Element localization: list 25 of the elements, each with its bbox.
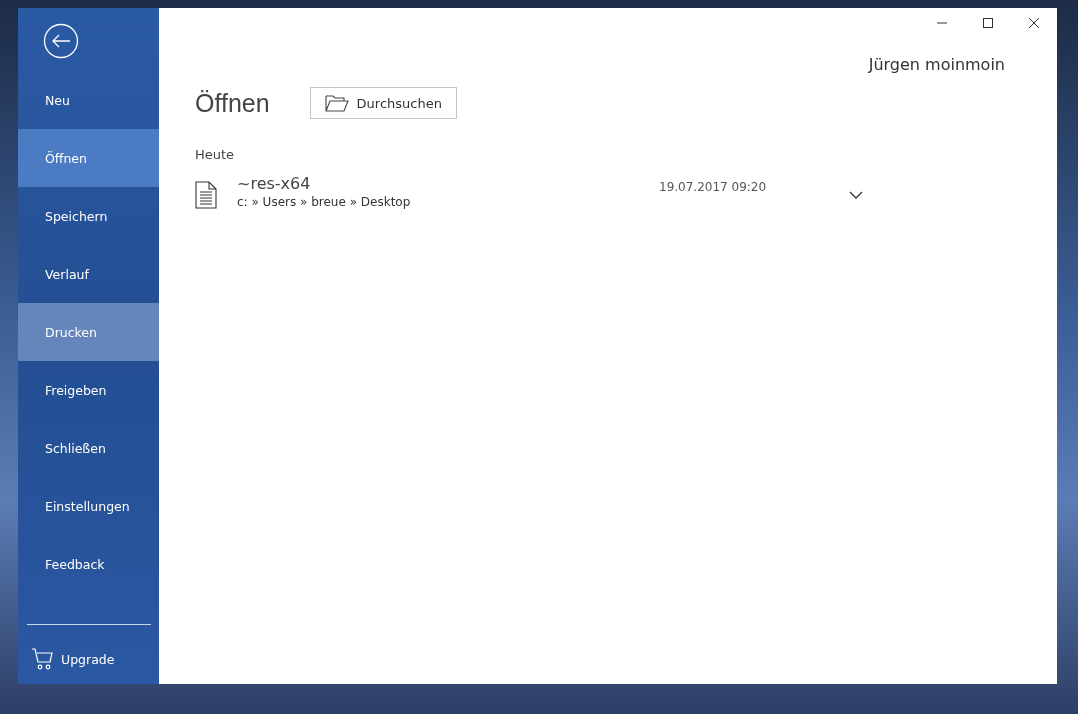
sidebar-item[interactable]: Freigeben [18, 361, 159, 419]
sidebar-item[interactable]: Speichern [18, 187, 159, 245]
sidebar-item[interactable]: Drucken [18, 303, 159, 361]
page-title: Öffnen [195, 88, 270, 118]
sidebar-item[interactable]: Öffnen [18, 129, 159, 187]
group-heading: Heute [195, 147, 236, 162]
close-icon [1028, 17, 1040, 29]
user-name[interactable]: Jürgen moinmoin [868, 55, 1005, 74]
file-path: c: » Users » breue » Desktop [237, 195, 412, 209]
sidebar-item[interactable]: Schließen [18, 419, 159, 477]
back-button[interactable] [43, 23, 79, 59]
upgrade-button[interactable]: Upgrade [31, 645, 159, 673]
browse-button[interactable]: Durchsuchen [309, 87, 457, 119]
sidebar-item[interactable]: Feedback [18, 535, 159, 593]
sidebar-item[interactable]: Verlauf [18, 245, 159, 303]
sidebar-item[interactable]: Einstellungen [18, 477, 159, 535]
document-icon [195, 181, 217, 209]
cart-icon [31, 647, 55, 671]
sidebar-item[interactable]: Neu [18, 71, 159, 129]
recent-file-row[interactable]: ~res-x64 c: » Users » breue » Desktop 19.07.2017 09:20 [195, 174, 865, 209]
folder-icon [324, 94, 349, 112]
file-name: ~res-x64 [237, 174, 312, 193]
chevron-down-icon[interactable] [849, 191, 863, 199]
file-date: 19.07.2017 09:20 [659, 180, 768, 194]
maximize-icon [982, 17, 994, 29]
